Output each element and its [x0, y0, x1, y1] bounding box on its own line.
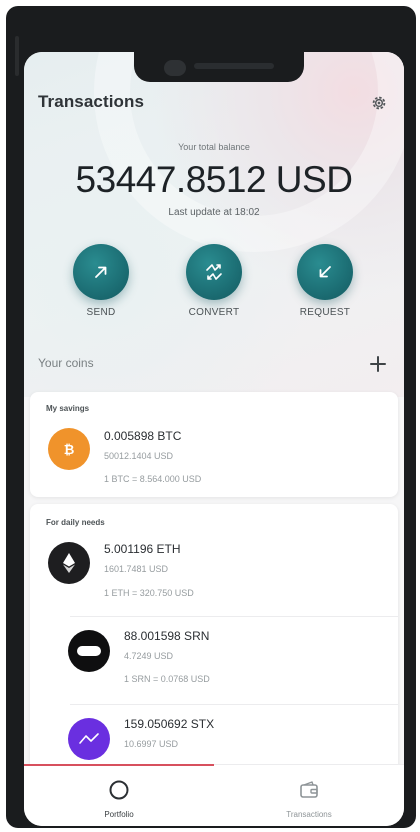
decorative-ring: [94, 52, 404, 252]
coin-row-srn[interactable]: 88.001598 SRN 4.7249 USD 1 SRN = 0.0768 …: [30, 616, 398, 696]
group-title-daily: For daily needs: [46, 518, 105, 527]
coins-section-title: Your coins: [38, 356, 94, 370]
bitcoin-icon: ₿: [48, 428, 90, 470]
arrow-down-left-icon: [319, 266, 331, 278]
convert-arrows-icon: [206, 264, 222, 280]
coin-row-eth[interactable]: 5.001196 ETH 1601.7481 USD 1 ETH = 320.7…: [30, 530, 398, 610]
coin-amount: 0.005898 BTC: [104, 429, 182, 443]
arrow-up-right-icon: [95, 266, 107, 278]
app-screen: Transactions Your total balance 53447.85…: [24, 52, 404, 826]
coin-fiat-value: 10.6997 USD: [124, 739, 179, 749]
page-title: Transactions: [38, 92, 145, 111]
send-label: SEND: [86, 307, 116, 318]
coin-amount: 159.050692 STX: [124, 717, 215, 731]
portfolio-icon: [109, 780, 129, 800]
camera-notch: [134, 52, 304, 82]
coin-amount: 88.001598 SRN: [124, 629, 210, 643]
side-button: [15, 36, 19, 76]
tab-transactions[interactable]: Transactions: [214, 765, 404, 826]
total-balance: 53447.8512 USD: [75, 159, 353, 200]
stox-symbol: [79, 733, 99, 744]
convert-label: CONVERT: [188, 307, 240, 318]
last-update-text: Last update at 18:02: [168, 207, 260, 218]
group-title-savings: My savings: [46, 404, 90, 413]
convert-action[interactable]: CONVERT: [169, 244, 259, 318]
stox-icon: [68, 718, 110, 760]
tab-label-transactions: Transactions: [286, 810, 332, 819]
request-action[interactable]: REQUEST: [280, 244, 370, 318]
gear-icon: [372, 96, 386, 110]
send-action[interactable]: SEND: [56, 244, 146, 318]
bitcoin-symbol: ₿: [64, 443, 75, 458]
sirin-icon: [68, 630, 110, 672]
svg-text:₿: ₿: [64, 443, 75, 458]
add-coin-button[interactable]: [366, 352, 390, 376]
ethereum-symbol: [63, 553, 75, 573]
coin-rate: 1 BTC = 8.564.000 USD: [104, 474, 202, 484]
daily-needs-group-card: For daily needs 5.001196 ETH 1601.7481 U…: [30, 504, 398, 774]
earpiece-speaker: [194, 63, 274, 69]
convert-button[interactable]: [186, 244, 242, 300]
balance-caption: Your total balance: [178, 142, 250, 152]
tab-label-portfolio: Portfolio: [104, 810, 134, 819]
tab-portfolio[interactable]: Portfolio: [24, 765, 214, 826]
coin-fiat-value: 1601.7481 USD: [104, 564, 169, 574]
ethereum-icon: [48, 542, 90, 584]
request-button[interactable]: [297, 244, 353, 300]
request-label: REQUEST: [299, 307, 351, 318]
send-button[interactable]: [73, 244, 129, 300]
plus-icon: [370, 356, 386, 372]
wallet-icon: [300, 781, 318, 798]
coin-fiat-value: 4.7249 USD: [124, 651, 174, 661]
coin-rate: 1 SRN = 0.0768 USD: [124, 674, 210, 684]
savings-group-card: My savings ₿ 0.005898 BTC 50012.1404 USD…: [30, 392, 398, 497]
bottom-tab-bar: Portfolio Transactions: [24, 764, 404, 826]
coin-row-btc[interactable]: ₿ 0.005898 BTC 50012.1404 USD 1 BTC = 8.…: [30, 414, 398, 494]
coin-rate: 1 ETH = 320.750 USD: [104, 588, 194, 598]
sirin-symbol: [77, 646, 101, 656]
settings-button[interactable]: [368, 92, 390, 114]
coin-fiat-value: 50012.1404 USD: [104, 451, 174, 461]
coin-amount: 5.001196 ETH: [104, 542, 181, 556]
front-camera: [164, 60, 186, 76]
